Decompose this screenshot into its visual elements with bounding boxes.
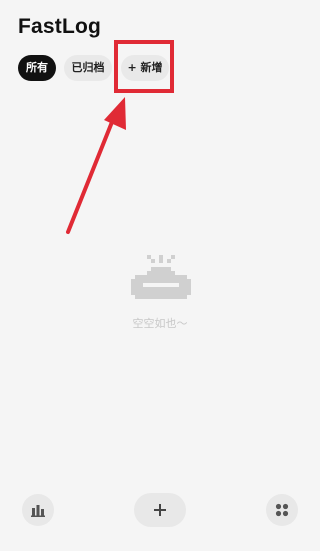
empty-state-text: 空空如也～ xyxy=(132,317,188,330)
empty-tray-icon xyxy=(131,255,191,299)
stats-button[interactable] xyxy=(22,494,54,526)
add-record-button[interactable] xyxy=(134,493,186,527)
bar-chart-icon xyxy=(31,505,45,517)
grid-dots-icon xyxy=(275,503,289,517)
menu-button[interactable] xyxy=(266,494,298,526)
plus-icon xyxy=(154,504,166,516)
